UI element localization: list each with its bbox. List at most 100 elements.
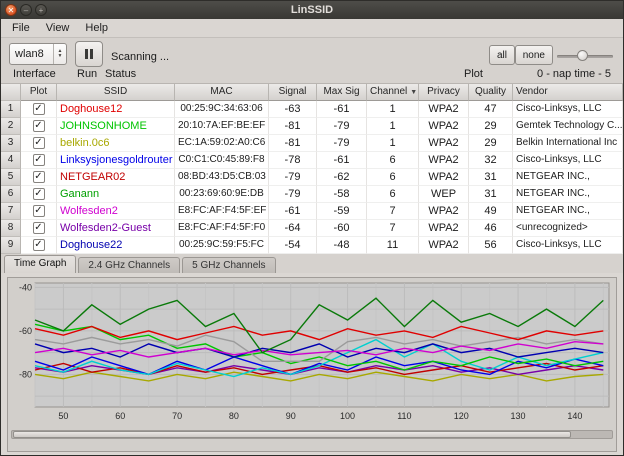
menubar: File View Help: [1, 19, 623, 38]
plot-checkbox[interactable]: ✓: [33, 205, 45, 217]
quality-cell: 31: [469, 169, 513, 186]
quality-header[interactable]: Quality: [469, 84, 513, 101]
table-row[interactable]: 6✓Ganann00:23:69:60:9E:DB-79-586WEP31NET…: [1, 186, 623, 203]
max-sig-cell: -59: [317, 203, 367, 220]
ssid-cell: NETGEAR02: [57, 169, 175, 186]
tab-24ghz-channels[interactable]: 2.4 GHz Channels: [78, 257, 180, 273]
mac-cell: E8:FC:AF:F4:5F:F0: [175, 220, 269, 237]
plot-all-button[interactable]: all: [489, 45, 515, 65]
channel-cell: 6: [367, 186, 419, 203]
privacy-header[interactable]: Privacy: [419, 84, 469, 101]
channel-cell: 1: [367, 101, 419, 118]
row-number-cell: 2: [1, 118, 21, 135]
svg-text:-40: -40: [19, 282, 32, 292]
table-row[interactable]: 2✓JOHNSONHOME20:10:7A:EF:BE:EF-81-791WPA…: [1, 118, 623, 135]
plot-checkbox[interactable]: ✓: [33, 154, 45, 166]
ssid-cell: Doghouse22: [57, 237, 175, 254]
privacy-cell: WPA2: [419, 169, 469, 186]
row-number-cell: 5: [1, 169, 21, 186]
max-sig-cell: -61: [317, 101, 367, 118]
plot-cell: ✓: [21, 169, 57, 186]
quality-cell: 49: [469, 203, 513, 220]
graph-tabbar: Time Graph 2.4 GHz Channels 5 GHz Channe…: [1, 254, 623, 273]
ssid-header[interactable]: SSID: [57, 84, 175, 101]
status-label: Status: [105, 68, 136, 80]
channel-header[interactable]: Channel▼: [367, 84, 419, 101]
plot-label: Plot: [464, 68, 483, 80]
plot-checkbox[interactable]: ✓: [33, 239, 45, 251]
svg-text:70: 70: [172, 411, 182, 421]
svg-text:120: 120: [454, 411, 469, 421]
table-row[interactable]: 8✓Wolfesden2-GuestE8:FC:AF:F4:5F:F0-64-6…: [1, 220, 623, 237]
tab-time-graph[interactable]: Time Graph: [4, 255, 76, 273]
table-row[interactable]: 4✓LinksysjonesgoldrouterC0:C1:C0:45:89:F…: [1, 152, 623, 169]
table-row[interactable]: 9✓Doghouse2200:25:9C:59:F5:FC-54-4811WPA…: [1, 237, 623, 254]
row-number-cell: 3: [1, 135, 21, 152]
ssid-cell: Wolfesden2-Guest: [57, 220, 175, 237]
max-sig-cell: -48: [317, 237, 367, 254]
slider-thumb[interactable]: [577, 50, 588, 61]
quality-cell: 56: [469, 237, 513, 254]
graph-scrollbar-thumb[interactable]: [13, 431, 571, 438]
plot-checkbox[interactable]: ✓: [33, 222, 45, 234]
row-number-cell: 9: [1, 237, 21, 254]
svg-text:140: 140: [567, 411, 582, 421]
tab-5ghz-channels[interactable]: 5 GHz Channels: [182, 257, 275, 273]
plot-cell: ✓: [21, 203, 57, 220]
run-label: Run: [77, 68, 97, 80]
plot-checkbox[interactable]: ✓: [33, 171, 45, 183]
table-row[interactable]: 1✓Doghouse1200:25:9C:34:63:06-63-611WPA2…: [1, 101, 623, 118]
quality-cell: 32: [469, 152, 513, 169]
mac-cell: 20:10:7A:EF:BE:EF: [175, 118, 269, 135]
plot-none-button[interactable]: none: [515, 45, 553, 65]
vendor-cell: Cisco-Linksys, LLC: [513, 152, 623, 169]
toolbar: wlan8 ▲▼ Scanning ... all none Interface…: [1, 38, 623, 84]
nap-time-slider[interactable]: [557, 49, 613, 63]
nap-time-label: 0 - nap time - 5: [537, 68, 611, 80]
vendor-cell: NETGEAR INC.,: [513, 169, 623, 186]
table-row[interactable]: 7✓Wolfesden2E8:FC:AF:F4:5F:EF-61-597WPA2…: [1, 203, 623, 220]
table-row[interactable]: 5✓NETGEAR0208:BD:43:D5:CB:03-79-626WPA23…: [1, 169, 623, 186]
max-sig-header[interactable]: Max Sig: [317, 84, 367, 101]
privacy-cell: WPA2: [419, 220, 469, 237]
signal-cell: -81: [269, 135, 317, 152]
window-title: LinSSID: [1, 4, 623, 16]
titlebar: ✕ – + LinSSID: [1, 1, 623, 19]
mac-header[interactable]: MAC: [175, 84, 269, 101]
svg-text:100: 100: [340, 411, 355, 421]
menu-file[interactable]: File: [4, 20, 38, 36]
signal-header[interactable]: Signal: [269, 84, 317, 101]
app-window: ✕ – + LinSSID File View Help wlan8 ▲▼ Sc…: [0, 0, 624, 456]
table-row[interactable]: 3✓belkin.0c6EC:1A:59:02:A0:C6-81-791WPA2…: [1, 135, 623, 152]
run-button[interactable]: [75, 41, 103, 67]
channel-cell: 1: [367, 118, 419, 135]
time-graph-frame: 5060708090100110120130140-40-60-80: [7, 277, 617, 452]
menu-view[interactable]: View: [38, 20, 78, 36]
maximize-icon[interactable]: +: [35, 4, 47, 16]
ssid-cell: Ganann: [57, 186, 175, 203]
interface-select[interactable]: wlan8 ▲▼: [9, 43, 67, 65]
privacy-cell: WPA2: [419, 152, 469, 169]
plot-checkbox[interactable]: ✓: [33, 120, 45, 132]
plot-checkbox[interactable]: ✓: [33, 103, 45, 115]
privacy-cell: WEP: [419, 186, 469, 203]
vendor-cell: <unrecognized>: [513, 220, 623, 237]
plot-cell: ✓: [21, 101, 57, 118]
plot-checkbox[interactable]: ✓: [33, 137, 45, 149]
channel-cell: 7: [367, 220, 419, 237]
svg-text:60: 60: [115, 411, 125, 421]
vendor-header[interactable]: Vendor: [513, 84, 623, 101]
plot-header[interactable]: Plot: [21, 84, 57, 101]
graph-scrollbar[interactable]: [11, 430, 613, 439]
plot-checkbox[interactable]: ✓: [33, 188, 45, 200]
max-sig-cell: -62: [317, 169, 367, 186]
minimize-icon[interactable]: –: [20, 4, 32, 16]
menu-help[interactable]: Help: [77, 20, 116, 36]
mac-cell: 08:BD:43:D5:CB:03: [175, 169, 269, 186]
plot-cell: ✓: [21, 152, 57, 169]
plot-cell: ✓: [21, 135, 57, 152]
max-sig-cell: -60: [317, 220, 367, 237]
max-sig-cell: -79: [317, 135, 367, 152]
close-icon[interactable]: ✕: [5, 4, 17, 16]
vendor-cell: NETGEAR INC.,: [513, 203, 623, 220]
